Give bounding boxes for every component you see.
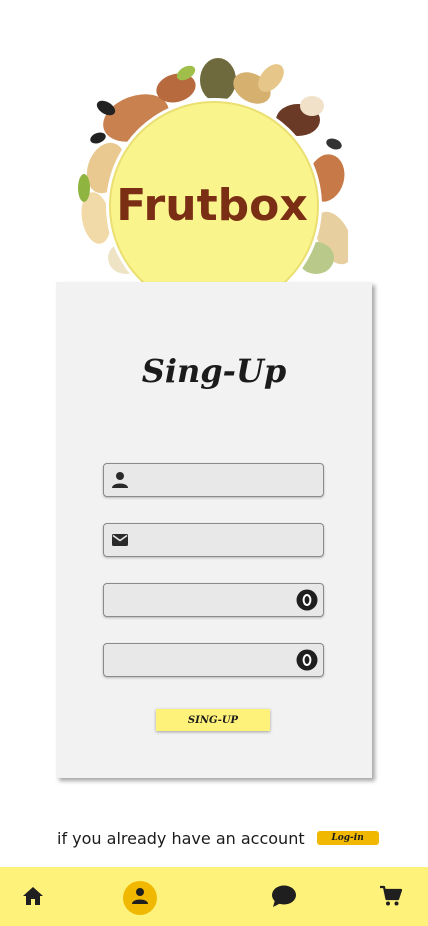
nav-home[interactable]: [16, 881, 50, 915]
eye-toggle-icon[interactable]: [296, 649, 318, 671]
signup-button[interactable]: SING-UP: [156, 709, 270, 731]
login-button[interactable]: Log-in: [316, 831, 379, 845]
mail-icon: [110, 530, 130, 550]
password-field[interactable]: [103, 583, 324, 617]
email-field[interactable]: [103, 523, 324, 557]
username-field[interactable]: [103, 463, 324, 497]
username-input[interactable]: [140, 468, 294, 494]
person-icon: [110, 470, 130, 490]
home-icon: [21, 884, 45, 912]
logo-wordmark: Frutbox: [116, 180, 308, 231]
nuts-illustration: [78, 58, 348, 282]
login-prompt-text: if you already have an account: [57, 828, 305, 848]
email-input[interactable]: [140, 528, 294, 554]
nav-chat[interactable]: [267, 881, 301, 915]
brand-logo: Frutbox: [76, 58, 348, 282]
confirm-password-field[interactable]: [103, 643, 324, 677]
bottom-nav: [0, 867, 428, 926]
login-prompt-row: if you already have an account Log-in: [57, 827, 379, 849]
chat-icon: [271, 884, 297, 912]
profile-icon: [130, 886, 150, 910]
signup-card: Sing-Up SING-UP: [56, 282, 372, 778]
nav-profile[interactable]: [123, 881, 157, 915]
nav-cart[interactable]: [374, 881, 408, 915]
page-title: Sing-Up: [141, 352, 287, 390]
confirm-password-input[interactable]: [114, 648, 288, 674]
password-input[interactable]: [114, 588, 288, 614]
cart-icon: [379, 884, 403, 912]
eye-toggle-icon[interactable]: [296, 589, 318, 611]
